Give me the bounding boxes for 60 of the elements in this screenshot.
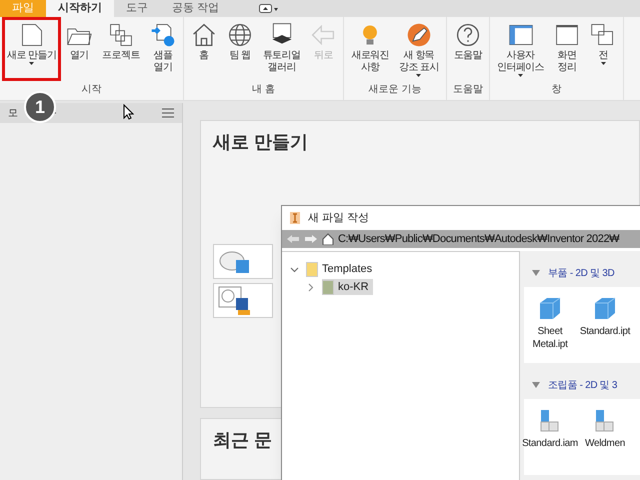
- dropdown-toggle-icon[interactable]: [259, 4, 280, 14]
- caret-icon: [29, 62, 34, 65]
- group-label: 도움말: [452, 83, 483, 97]
- ribbon-button[interactable]: 화면 정리: [549, 17, 586, 81]
- app-icon: [290, 212, 300, 224]
- ribbon-button[interactable]: 새로워진 사항: [346, 17, 394, 81]
- window-icon: [508, 22, 534, 48]
- ribbon-button[interactable]: 새로 만들기: [2, 17, 62, 81]
- folder-icon: [322, 280, 334, 294]
- home-icon[interactable]: [322, 233, 334, 245]
- collapse-triangle-icon[interactable]: [532, 270, 540, 276]
- folders-icon: [108, 22, 134, 48]
- ribbon-button[interactable]: 새 항목 강조 표시: [394, 17, 444, 81]
- folder-icon: [306, 262, 318, 276]
- ribbon-button[interactable]: 홈: [186, 17, 222, 81]
- section-title: 부품 - 2D 및 3D: [548, 266, 614, 280]
- menu-icon[interactable]: [162, 108, 174, 118]
- caret-icon: [518, 74, 523, 77]
- caret-icon: [600, 62, 606, 65]
- template-file[interactable]: Weldmen: [579, 407, 631, 475]
- template-file[interactable]: Sheet Metal.ipt: [524, 295, 576, 363]
- ribbon-button[interactable]: 열기: [61, 17, 98, 81]
- tree-item[interactable]: ko-KR: [322, 278, 373, 296]
- caret-icon: [416, 74, 422, 77]
- home-icon: [190, 22, 217, 48]
- ribbon-tab[interactable]: 시작하기: [46, 0, 114, 17]
- group-label: 시작: [81, 83, 102, 97]
- group-label: 창: [552, 83, 562, 97]
- collapse-triangle-icon[interactable]: [532, 382, 540, 388]
- ribbon-button[interactable]: 프로젝트: [97, 17, 145, 81]
- file-globe-icon: [150, 22, 176, 48]
- card-title: 최근 문: [213, 430, 272, 450]
- template-button[interactable]: [213, 244, 273, 279]
- section-title: 조립품 - 2D 및 3: [548, 378, 618, 392]
- cursor-icon: [123, 104, 134, 120]
- ribbon-button[interactable]: 샘플 열기: [144, 17, 181, 81]
- globe-icon: [226, 22, 253, 48]
- ribbon-button[interactable]: 튜토리얼 갤러리: [258, 17, 306, 81]
- dialog-title: 새 파일 작성: [308, 210, 370, 226]
- ribbon-button[interactable]: 전: [585, 17, 622, 81]
- ribbon-tab[interactable]: 공동 작업: [160, 0, 232, 17]
- drawing-template-icon: [218, 286, 252, 316]
- cube-icon: [537, 295, 563, 321]
- ribbon-button[interactable]: 사용자 인터페이스: [492, 17, 550, 81]
- help-icon: [454, 22, 481, 48]
- ribbon-tab[interactable]: 도구: [114, 0, 160, 17]
- group-label: 내 홈: [252, 83, 275, 97]
- group-label: 새로운 기능: [368, 83, 422, 97]
- ribbon-button[interactable]: 팀 웹: [222, 17, 258, 81]
- tree-item[interactable]: Templates: [306, 260, 376, 278]
- path-text: C:₩Users₩Public₩Documents₩Autodesk₩Inventor 2022₩: [338, 232, 620, 247]
- pencil-badge-icon: [406, 22, 432, 48]
- ribbon-button[interactable]: 도움말: [448, 17, 487, 81]
- card-title: 새로 만들기: [213, 131, 310, 154]
- template-button[interactable]: [213, 283, 273, 318]
- template-file[interactable]: Standard.ipt: [579, 295, 631, 363]
- window-icon: [554, 22, 580, 48]
- cube-icon: [592, 295, 618, 321]
- template-file[interactable]: Standard.iam: [524, 407, 576, 475]
- back-arrow-icon: [310, 22, 336, 48]
